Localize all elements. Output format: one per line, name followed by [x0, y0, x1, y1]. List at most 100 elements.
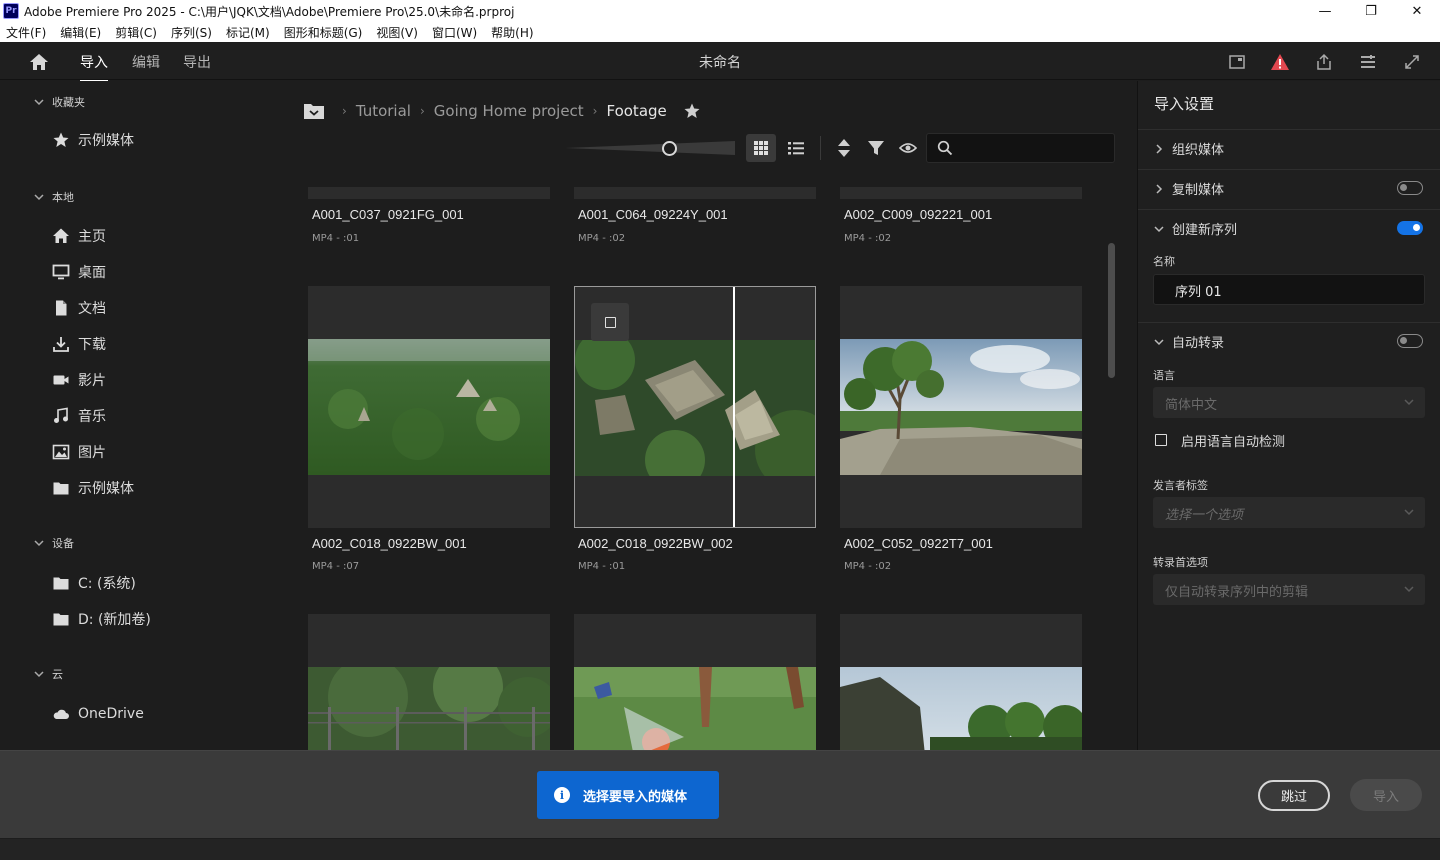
new-sequence-row[interactable]: 创建新序列: [1152, 219, 1237, 238]
minimize-button[interactable]: —: [1302, 0, 1348, 22]
language-select[interactable]: 简体中文: [1153, 387, 1425, 418]
transcribe-pref-select[interactable]: 仅自动转录序列中的剪辑: [1153, 574, 1425, 605]
local-header[interactable]: 本地: [32, 189, 74, 205]
quick-export-icon[interactable]: [1227, 52, 1247, 72]
cloud-header[interactable]: 云: [32, 666, 63, 682]
menu-graphics[interactable]: 图形和标题(G): [284, 24, 363, 41]
search-field[interactable]: [926, 133, 1115, 163]
clip-tile[interactable]: [574, 614, 816, 750]
browser-scrollbar[interactable]: [1108, 243, 1115, 378]
favorites-header[interactable]: 收藏夹: [32, 94, 85, 110]
clip-thumbnail-partial[interactable]: [308, 187, 550, 199]
clip-meta: MP4 - :01: [312, 233, 360, 244]
clip-thumbnail-partial[interactable]: [574, 187, 816, 199]
sidebar-item-onedrive[interactable]: OneDrive: [52, 703, 144, 725]
sidebar-item-desktop[interactable]: 桌面: [52, 261, 106, 283]
menu-markers[interactable]: 标记(M): [226, 24, 270, 41]
warning-icon[interactable]: [1270, 52, 1290, 72]
tab-edit[interactable]: 编辑: [132, 52, 160, 72]
copy-media-toggle[interactable]: [1397, 181, 1423, 195]
devices-header[interactable]: 设备: [32, 535, 74, 551]
search-input[interactable]: [963, 138, 1108, 158]
menu-view[interactable]: 视图(V): [376, 24, 418, 41]
import-button[interactable]: 导入: [1350, 779, 1422, 811]
sidebar-item-sample-media-fav[interactable]: 示例媒体: [52, 129, 134, 151]
auto-detect-checkbox[interactable]: [1155, 434, 1167, 446]
new-sequence-label: 创建新序列: [1172, 223, 1238, 238]
home-button[interactable]: [28, 52, 50, 72]
skip-button[interactable]: 跳过: [1258, 780, 1330, 811]
clip-tile[interactable]: [840, 286, 1082, 528]
sidebar-item-movies[interactable]: 影片: [52, 369, 106, 391]
clip-name: A002_C018_0922BW_002: [578, 536, 733, 551]
tab-import[interactable]: 导入: [80, 52, 108, 82]
sidebar-item-documents[interactable]: 文档: [52, 297, 106, 319]
premiere-app-icon: Pr: [3, 3, 19, 19]
sidebar-item-label: 图片: [78, 445, 106, 461]
clip-tile[interactable]: [308, 614, 550, 750]
sidebar-item-pictures[interactable]: 图片: [52, 441, 106, 463]
workspaces-icon[interactable]: [1358, 52, 1378, 72]
sequence-name-label: 名称: [1153, 255, 1175, 268]
select-checkbox[interactable]: [591, 303, 629, 341]
fullscreen-icon[interactable]: [1402, 52, 1422, 72]
list-view-button[interactable]: [781, 134, 811, 162]
sidebar-item-label: D: (新加卷): [78, 612, 151, 628]
sidebar-item-sample-media[interactable]: 示例媒体: [52, 477, 134, 499]
zoom-slider-track[interactable]: [565, 141, 735, 155]
folder-browse-icon[interactable]: [303, 102, 325, 120]
sidebar-item-home[interactable]: 主页: [52, 225, 106, 247]
chevron-down-icon: [1404, 399, 1414, 406]
filter-button[interactable]: [861, 134, 891, 162]
clip-tile[interactable]: [308, 286, 550, 528]
breadcrumb-going-home[interactable]: Going Home project: [434, 102, 584, 120]
breadcrumb-tutorial[interactable]: Tutorial: [356, 102, 411, 120]
breadcrumb-footage[interactable]: Footage: [606, 102, 666, 120]
sort-button[interactable]: [829, 134, 859, 162]
grid-view-icon: [754, 141, 768, 155]
restore-button[interactable]: ❐: [1348, 0, 1394, 22]
language-label: 语言: [1153, 369, 1175, 382]
new-sequence-toggle[interactable]: [1397, 221, 1423, 235]
clip-tile[interactable]: [840, 614, 1082, 750]
favorite-star-icon[interactable]: [683, 102, 701, 120]
sidebar-item-drive-c[interactable]: C: (系统): [52, 572, 136, 594]
sort-icon: [838, 139, 850, 157]
chevron-down-icon: [34, 540, 44, 547]
close-button[interactable]: ✕: [1394, 0, 1440, 22]
speaker-select[interactable]: 选择一个选项: [1153, 497, 1425, 528]
sequence-name-field[interactable]: 序列 01: [1153, 274, 1425, 305]
menu-help[interactable]: 帮助(H): [491, 24, 533, 41]
chevron-down-icon: [34, 671, 44, 678]
sidebar-item-downloads[interactable]: 下载: [52, 333, 106, 355]
toast-message: 选择要导入的媒体: [583, 789, 688, 805]
sidebar-item-music[interactable]: 音乐: [52, 405, 106, 427]
clip-name: A002_C052_0922T7_001: [844, 536, 993, 551]
menu-window[interactable]: 窗口(W): [432, 24, 477, 41]
status-strip: [0, 839, 1440, 860]
clip-thumbnail: [308, 667, 550, 750]
preview-toggle-button[interactable]: [893, 134, 923, 162]
browser-toolbar: [290, 132, 1135, 164]
clip-meta: MP4 - :02: [844, 561, 892, 572]
menu-clip[interactable]: 剪辑(C): [115, 24, 157, 41]
devices-label: 设备: [52, 537, 74, 550]
import-settings-panel: 导入设置 组织媒体 复制媒体 创建新序列 名称 序列 01 自动转录 语言 简体…: [1137, 81, 1440, 750]
clip-thumbnail: [574, 667, 816, 750]
sidebar-item-drive-d[interactable]: D: (新加卷): [52, 608, 151, 630]
copy-media-label: 复制媒体: [1172, 183, 1225, 198]
clip-thumbnail-partial[interactable]: [840, 187, 1082, 199]
auto-transcribe-row[interactable]: 自动转录: [1152, 332, 1224, 351]
auto-transcribe-toggle[interactable]: [1397, 334, 1423, 348]
folder-icon: [53, 613, 69, 626]
sidebar-item-label: 主页: [78, 229, 106, 245]
share-icon[interactable]: [1314, 52, 1334, 72]
grid-view-button[interactable]: [746, 134, 776, 162]
tab-export[interactable]: 导出: [183, 52, 211, 72]
menu-sequence[interactable]: 序列(S): [171, 24, 212, 41]
menu-file[interactable]: 文件(F): [6, 24, 46, 41]
organize-media-row[interactable]: 组织媒体: [1152, 139, 1224, 158]
copy-media-row[interactable]: 复制媒体: [1152, 179, 1224, 198]
clip-tile[interactable]: [574, 286, 816, 528]
menu-edit[interactable]: 编辑(E): [60, 24, 101, 41]
